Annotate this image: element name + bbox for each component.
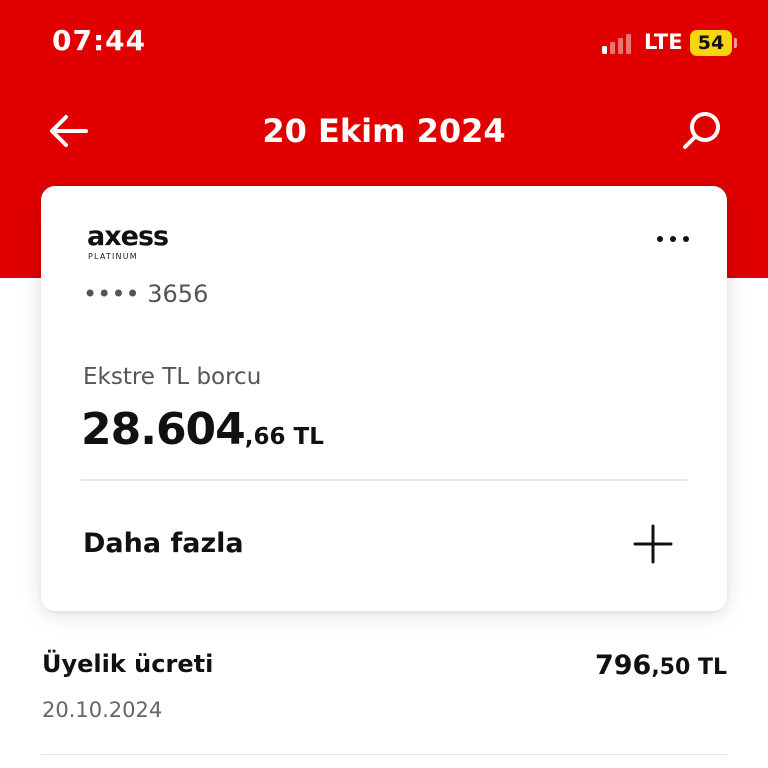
more-dots-icon[interactable] xyxy=(653,224,693,252)
status-time: 07:44 xyxy=(52,24,147,57)
card-divider xyxy=(81,479,687,481)
debt-label: Ekstre TL borcu xyxy=(83,364,262,390)
transaction-divider xyxy=(41,754,727,755)
more-details-button[interactable]: Daha fazla xyxy=(41,482,727,611)
debt-amount-whole: 28.604 xyxy=(81,404,246,455)
network-type: LTE xyxy=(644,30,683,54)
credit-card-summary: axess PLATINUM •••• 3656 Ekstre TL borcu… xyxy=(41,186,727,611)
cellular-signal-icon xyxy=(602,32,636,54)
search-button[interactable] xyxy=(678,108,726,154)
plus-icon xyxy=(633,524,673,564)
debt-amount: 28.604,66 TL xyxy=(81,404,324,455)
search-icon xyxy=(683,112,720,149)
page-title: 20 Ekim 2024 xyxy=(262,112,506,150)
transaction-title: Üyelik ücreti xyxy=(42,650,214,678)
transaction-amount: 796,50 TL xyxy=(595,650,727,681)
transaction-amount-fraction: ,50 TL xyxy=(651,655,727,680)
card-tier: PLATINUM xyxy=(88,252,138,261)
battery-tip xyxy=(734,38,737,48)
battery-icon: 54 xyxy=(690,30,732,56)
transaction-date: 20.10.2024 xyxy=(42,698,163,722)
transaction-row[interactable]: Üyelik ücreti 20.10.2024 796,50 TL xyxy=(41,636,727,758)
card-number: •••• 3656 xyxy=(83,280,209,308)
card-brand-logo: axess xyxy=(87,221,169,252)
transaction-amount-whole: 796 xyxy=(594,650,652,681)
statement-screen: 07:44 LTE 54 20 Ekim 2024 axess PLATINUM… xyxy=(0,0,768,768)
more-details-label: Daha fazla xyxy=(83,528,244,559)
debt-amount-fraction: ,66 TL xyxy=(244,424,324,450)
